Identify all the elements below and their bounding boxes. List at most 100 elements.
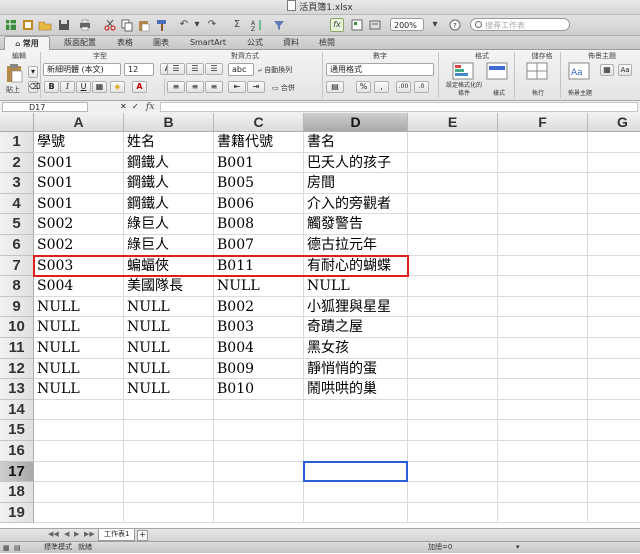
cell-g4[interactable] xyxy=(588,194,640,215)
cell-c12[interactable]: B009 xyxy=(214,358,304,380)
cell-c8[interactable]: NULL xyxy=(214,276,304,297)
row-header-12[interactable]: 12 xyxy=(0,358,34,380)
sort-icon[interactable]: AZ xyxy=(250,18,264,32)
cell-g1[interactable] xyxy=(588,132,640,153)
gallery-icon[interactable] xyxy=(350,18,364,32)
prev-sheet-icon[interactable]: ◀ xyxy=(64,530,69,538)
cell-c11[interactable]: B004 xyxy=(214,338,304,359)
cell-c10[interactable]: B003 xyxy=(214,317,304,338)
cell-a4[interactable]: S001 xyxy=(34,193,124,215)
cell-d4[interactable]: 介入的旁觀者 xyxy=(304,193,408,215)
cell-e4[interactable] xyxy=(408,193,498,215)
theme-colors-icon[interactable]: ▦ xyxy=(600,64,614,76)
cell-d19[interactable] xyxy=(304,502,408,524)
cell-g13[interactable] xyxy=(588,379,640,400)
cell-d11[interactable]: 黑女孩 xyxy=(304,338,408,359)
copy-icon[interactable] xyxy=(120,18,134,32)
cell-f18[interactable] xyxy=(498,482,588,503)
cell-b17[interactable] xyxy=(124,461,214,483)
cell-f6[interactable] xyxy=(498,235,588,256)
cell-a8[interactable]: S004 xyxy=(34,276,124,297)
undo-icon[interactable]: ↶ xyxy=(177,18,191,32)
tab-formulas[interactable]: 公式 xyxy=(240,36,270,49)
cell-d1[interactable]: 書名 xyxy=(304,132,408,153)
cell-b14[interactable] xyxy=(124,399,214,421)
cell-a16[interactable] xyxy=(34,441,124,462)
underline-button[interactable]: U xyxy=(76,81,91,93)
cell-e15[interactable] xyxy=(408,420,498,441)
cell-f5[interactable] xyxy=(498,214,588,235)
cell-c16[interactable] xyxy=(214,441,304,462)
cell-g6[interactable] xyxy=(588,235,640,256)
cell-c4[interactable]: B006 xyxy=(214,193,304,215)
cell-b6[interactable]: 綠巨人 xyxy=(124,235,214,256)
cell-f1[interactable] xyxy=(498,132,588,153)
cell-a14[interactable] xyxy=(34,399,124,421)
cell-g15[interactable] xyxy=(588,420,640,441)
cell-e2[interactable] xyxy=(408,152,498,174)
cell-b19[interactable] xyxy=(124,502,214,524)
row-header-10[interactable]: 10 xyxy=(0,317,34,338)
row-header-13[interactable]: 13 xyxy=(0,379,34,400)
cell-c14[interactable] xyxy=(214,399,304,421)
cell-g18[interactable] xyxy=(588,482,640,503)
cell-b15[interactable] xyxy=(124,420,214,441)
row-header-4[interactable]: 4 xyxy=(0,193,34,215)
row-header-5[interactable]: 5 xyxy=(0,214,34,235)
cancel-formula-icon[interactable]: ✕ xyxy=(120,101,127,113)
cell-e5[interactable] xyxy=(408,214,498,235)
tab-charts[interactable]: 圖表 xyxy=(146,36,176,49)
valign-middle-icon[interactable]: ≡ xyxy=(186,81,204,93)
align-right-icon[interactable]: ☰ xyxy=(205,63,223,75)
cell-a6[interactable]: S002 xyxy=(34,235,124,256)
row-header-14[interactable]: 14 xyxy=(0,399,34,421)
cell-f9[interactable] xyxy=(498,296,588,318)
borders-icon[interactable]: ▦ xyxy=(92,81,107,93)
format-painter-icon[interactable] xyxy=(155,18,169,32)
percent-icon[interactable]: % xyxy=(356,81,371,93)
cell-a12[interactable]: NULL xyxy=(34,358,124,380)
increase-indent-icon[interactable]: ⇥ xyxy=(247,81,265,93)
last-sheet-icon[interactable]: ▶▶ xyxy=(84,530,95,538)
row-header-11[interactable]: 11 xyxy=(0,338,34,359)
name-box[interactable]: D17 xyxy=(2,102,88,112)
column-header-e[interactable]: E xyxy=(408,113,498,132)
templates-icon[interactable] xyxy=(21,18,35,32)
cell-f14[interactable] xyxy=(498,399,588,421)
row-header-1[interactable]: 1 xyxy=(0,132,34,153)
cell-d5[interactable]: 觸發警告 xyxy=(304,214,408,235)
cell-a17[interactable] xyxy=(34,461,124,483)
cell-d18[interactable] xyxy=(304,482,408,503)
redo-icon[interactable]: ↷ xyxy=(205,18,219,32)
filter-icon[interactable] xyxy=(272,18,286,32)
cell-f3[interactable] xyxy=(498,173,588,194)
row-header-8[interactable]: 8 xyxy=(0,276,34,297)
align-center-icon[interactable]: ☰ xyxy=(186,63,204,75)
row-header-18[interactable]: 18 xyxy=(0,482,34,503)
cell-e11[interactable] xyxy=(408,338,498,359)
row-header-15[interactable]: 15 xyxy=(0,420,34,441)
cell-f15[interactable] xyxy=(498,420,588,441)
sheet-tab-1[interactable]: 工作表1 xyxy=(98,529,136,541)
cell-e3[interactable] xyxy=(408,173,498,194)
conditional-format-button[interactable]: 設定格式化的條件 xyxy=(444,62,484,97)
cell-c17[interactable] xyxy=(214,461,304,483)
cell-e19[interactable] xyxy=(408,502,498,524)
cell-g3[interactable] xyxy=(588,173,640,194)
valign-top-icon[interactable]: ≡ xyxy=(167,81,185,93)
cell-d16[interactable] xyxy=(304,441,408,462)
cell-a18[interactable] xyxy=(34,482,124,503)
print-icon[interactable] xyxy=(78,18,92,32)
cell-g5[interactable] xyxy=(588,214,640,235)
cell-e7[interactable] xyxy=(408,255,498,277)
cell-d9[interactable]: 小狐狸與星星 xyxy=(304,296,408,318)
tab-layout[interactable]: 版面配置 xyxy=(55,36,105,49)
currency-icon[interactable]: ▤ xyxy=(326,81,344,93)
cell-c1[interactable]: 書籍代號 xyxy=(214,132,304,153)
cell-c15[interactable] xyxy=(214,420,304,441)
cell-g19[interactable] xyxy=(588,503,640,524)
cell-a13[interactable]: NULL xyxy=(34,379,124,400)
row-header-6[interactable]: 6 xyxy=(0,235,34,256)
row-header-9[interactable]: 9 xyxy=(0,296,34,318)
cell-g17[interactable] xyxy=(588,462,640,483)
